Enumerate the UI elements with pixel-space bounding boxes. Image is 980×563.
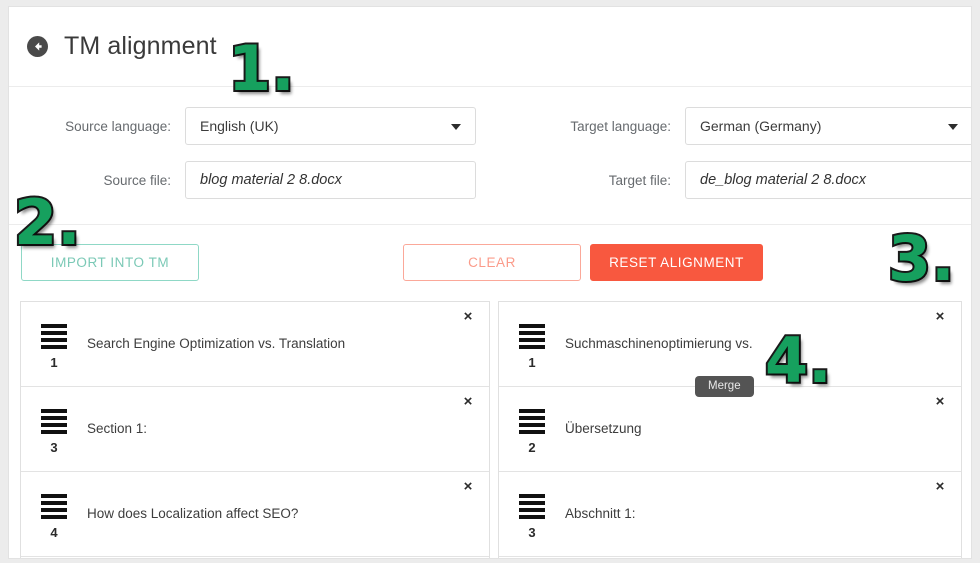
tm-alignment-card: TM alignment Source language: English (U… (8, 6, 972, 559)
table-row[interactable]: 1 Search Engine Optimization vs. Transla… (21, 302, 489, 387)
drag-handle-icon (519, 408, 545, 434)
table-row[interactable] (499, 557, 961, 558)
close-icon[interactable]: × (460, 479, 476, 495)
chevron-down-icon (948, 124, 958, 130)
source-language-select[interactable]: English (UK) (185, 107, 476, 145)
table-row[interactable]: 2 Übersetzung × (499, 387, 961, 472)
close-icon[interactable]: × (932, 309, 948, 325)
target-language-value: German (Germany) (700, 118, 822, 134)
table-row[interactable]: 3 Abschnitt 1: × (499, 472, 961, 557)
drag-handle[interactable]: 2 (499, 405, 565, 454)
segment-number: 1 (50, 354, 58, 370)
page-title: TM alignment (64, 32, 217, 60)
tm-alignment-screen: TM alignment Source language: English (U… (0, 0, 980, 563)
table-row[interactable]: 3 Section 1: × (21, 387, 489, 472)
annotation-4: 4. (763, 324, 834, 397)
annotation-3: 3. (886, 222, 957, 295)
back-arrow-icon[interactable] (27, 36, 48, 57)
segment-number: 1 (528, 354, 536, 370)
alignment-form: Source language: English (UK) Target lan… (9, 88, 971, 225)
target-file-value: de_blog material 2 8.docx (700, 172, 867, 188)
segment-number: 3 (50, 439, 58, 455)
drag-handle-icon (519, 323, 545, 349)
segment-text: Section 1: (87, 420, 148, 436)
annotation-2: 2. (12, 186, 83, 259)
annotation-1: 1. (226, 32, 297, 105)
drag-handle[interactable]: 3 (499, 490, 565, 539)
table-row[interactable]: 1 Suchmaschinenoptimierung vs. × Merge (499, 302, 961, 397)
segment-number: 4 (50, 524, 58, 540)
source-language-label: Source language: (65, 118, 171, 134)
page-header: TM alignment (9, 7, 971, 87)
action-bar: IMPORT INTO TM CLEAR RESET ALIGNMENT (9, 226, 971, 300)
segment-text: Abschnitt 1: (565, 505, 636, 521)
target-file-row: Target file: de_blog material 2 8.docx (493, 161, 971, 199)
close-icon[interactable]: × (460, 394, 476, 410)
target-segment-column: 1 Suchmaschinenoptimierung vs. × Merge 2 (498, 301, 962, 558)
drag-handle-icon (41, 408, 67, 434)
segment-text: Suchmaschinenoptimierung vs. (565, 335, 753, 351)
drag-handle[interactable]: 1 (21, 320, 87, 369)
chevron-down-icon (451, 124, 461, 130)
reset-alignment-button[interactable]: RESET ALIGNMENT (590, 244, 763, 281)
drag-handle-icon (41, 493, 67, 519)
clear-button[interactable]: CLEAR (403, 244, 581, 281)
close-icon[interactable]: × (932, 479, 948, 495)
target-file-label: Target file: (608, 172, 671, 188)
drag-handle[interactable]: 1 (499, 320, 565, 369)
segment-text: How does Localization affect SEO? (87, 505, 299, 521)
segment-text: Search Engine Optimization vs. Translati… (87, 335, 346, 351)
target-file-input[interactable]: de_blog material 2 8.docx (685, 161, 971, 199)
table-row[interactable] (21, 557, 489, 558)
close-icon[interactable]: × (460, 309, 476, 325)
drag-handle-icon (519, 493, 545, 519)
segment-text: Übersetzung (565, 420, 642, 436)
target-language-row: Target language: German (Germany) (493, 107, 971, 145)
source-file-input[interactable]: blog material 2 8.docx (185, 161, 476, 199)
source-file-row: Source file: blog material 2 8.docx (9, 161, 489, 199)
source-segment-column: 1 Search Engine Optimization vs. Transla… (20, 301, 490, 558)
drag-handle-icon (41, 323, 67, 349)
segment-number: 3 (528, 524, 536, 540)
source-language-value: English (UK) (200, 118, 279, 134)
drag-handle[interactable]: 3 (21, 405, 87, 454)
target-language-select[interactable]: German (Germany) (685, 107, 971, 145)
merge-button[interactable]: Merge (695, 376, 754, 397)
close-icon[interactable]: × (932, 394, 948, 410)
table-row[interactable]: 4 How does Localization affect SEO? × (21, 472, 489, 557)
drag-handle[interactable]: 4 (21, 490, 87, 539)
target-language-label: Target language: (570, 118, 671, 134)
source-file-value: blog material 2 8.docx (200, 172, 342, 188)
source-language-row: Source language: English (UK) (9, 107, 489, 145)
segment-number: 2 (528, 439, 536, 455)
